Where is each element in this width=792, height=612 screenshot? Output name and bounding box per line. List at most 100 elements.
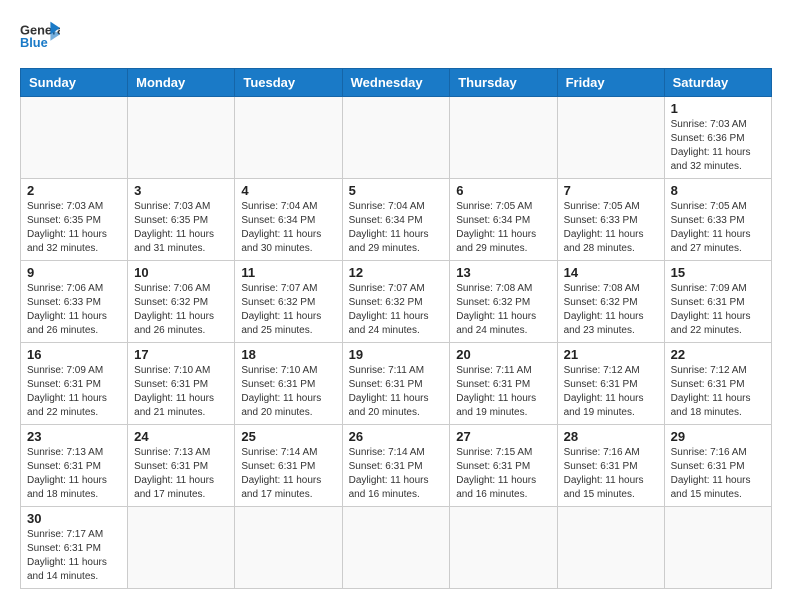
- day-number: 19: [349, 347, 444, 362]
- day-header-wednesday: Wednesday: [342, 69, 450, 97]
- calendar-cell: 9 Sunrise: 7:06 AMSunset: 6:33 PMDaylight…: [21, 261, 128, 343]
- day-info: Sunrise: 7:05 AMSunset: 6:33 PMDaylight:…: [671, 200, 765, 256]
- calendar-cell: 5 Sunrise: 7:04 AMSunset: 6:34 PMDaylight…: [342, 179, 450, 261]
- calendar-cell: [664, 507, 771, 589]
- day-number: 13: [456, 265, 550, 280]
- day-number: 23: [27, 429, 121, 444]
- day-number: 25: [241, 429, 335, 444]
- calendar-cell: 20 Sunrise: 7:11 AMSunset: 6:31 PMDayligh…: [450, 343, 557, 425]
- day-info: Sunrise: 7:09 AMSunset: 6:31 PMDaylight:…: [27, 364, 121, 420]
- day-info: Sunrise: 7:13 AMSunset: 6:31 PMDaylight:…: [27, 446, 121, 502]
- day-info: Sunrise: 7:12 AMSunset: 6:31 PMDaylight:…: [564, 364, 658, 420]
- calendar-cell: [450, 97, 557, 179]
- calendar-cell: [450, 507, 557, 589]
- day-number: 14: [564, 265, 658, 280]
- day-number: 5: [349, 183, 444, 198]
- day-number: 17: [134, 347, 228, 362]
- calendar-cell: 12Sunrise: 7:07 AMSunset: 6:32 PMDayligh…: [342, 261, 450, 343]
- day-info: Sunrise: 7:16 AMSunset: 6:31 PMDaylight:…: [671, 446, 765, 502]
- calendar-cell: 25 Sunrise: 7:14 AMSunset: 6:31 PMDayligh…: [235, 425, 342, 507]
- day-info: Sunrise: 7:10 AMSunset: 6:31 PMDaylight:…: [241, 364, 335, 420]
- calendar-week-row: 23 Sunrise: 7:13 AMSunset: 6:31 PMDayligh…: [21, 425, 772, 507]
- calendar-week-row: 9 Sunrise: 7:06 AMSunset: 6:33 PMDaylight…: [21, 261, 772, 343]
- day-info: Sunrise: 7:17 AMSunset: 6:31 PMDaylight:…: [27, 528, 121, 584]
- calendar-cell: [128, 507, 235, 589]
- day-number: 2: [27, 183, 121, 198]
- calendar-cell: 10Sunrise: 7:06 AMSunset: 6:32 PMDayligh…: [128, 261, 235, 343]
- day-header-sunday: Sunday: [21, 69, 128, 97]
- day-info: Sunrise: 7:06 AMSunset: 6:33 PMDaylight:…: [27, 282, 121, 338]
- calendar-cell: 24Sunrise: 7:13 AMSunset: 6:31 PMDayligh…: [128, 425, 235, 507]
- calendar-cell: 6Sunrise: 7:05 AMSunset: 6:34 PMDaylight…: [450, 179, 557, 261]
- day-info: Sunrise: 7:04 AMSunset: 6:34 PMDaylight:…: [241, 200, 335, 256]
- day-info: Sunrise: 7:03 AMSunset: 6:35 PMDaylight:…: [27, 200, 121, 256]
- day-info: Sunrise: 7:15 AMSunset: 6:31 PMDaylight:…: [456, 446, 550, 502]
- day-header-tuesday: Tuesday: [235, 69, 342, 97]
- day-header-friday: Friday: [557, 69, 664, 97]
- day-number: 11: [241, 265, 335, 280]
- day-number: 8: [671, 183, 765, 198]
- calendar-cell: 14 Sunrise: 7:08 AMSunset: 6:32 PMDayligh…: [557, 261, 664, 343]
- calendar-week-row: 1Sunrise: 7:03 AMSunset: 6:36 PMDaylight…: [21, 97, 772, 179]
- day-number: 10: [134, 265, 228, 280]
- day-header-saturday: Saturday: [664, 69, 771, 97]
- day-info: Sunrise: 7:10 AMSunset: 6:31 PMDaylight:…: [134, 364, 228, 420]
- calendar-cell: 30 Sunrise: 7:17 AMSunset: 6:31 PMDayligh…: [21, 507, 128, 589]
- calendar-cell: 23 Sunrise: 7:13 AMSunset: 6:31 PMDayligh…: [21, 425, 128, 507]
- day-number: 20: [456, 347, 550, 362]
- day-info: Sunrise: 7:16 AMSunset: 6:31 PMDaylight:…: [564, 446, 658, 502]
- day-number: 4: [241, 183, 335, 198]
- day-number: 21: [564, 347, 658, 362]
- calendar-cell: 26Sunrise: 7:14 AMSunset: 6:31 PMDayligh…: [342, 425, 450, 507]
- day-number: 28: [564, 429, 658, 444]
- calendar-cell: 11 Sunrise: 7:07 AMSunset: 6:32 PMDayligh…: [235, 261, 342, 343]
- day-info: Sunrise: 7:05 AMSunset: 6:34 PMDaylight:…: [456, 200, 550, 256]
- day-number: 3: [134, 183, 228, 198]
- day-info: Sunrise: 7:04 AMSunset: 6:34 PMDaylight:…: [349, 200, 444, 256]
- logo: General Blue: [20, 20, 60, 52]
- calendar-cell: 13 Sunrise: 7:08 AMSunset: 6:32 PMDayligh…: [450, 261, 557, 343]
- day-info: Sunrise: 7:11 AMSunset: 6:31 PMDaylight:…: [349, 364, 444, 420]
- calendar-cell: 18 Sunrise: 7:10 AMSunset: 6:31 PMDayligh…: [235, 343, 342, 425]
- logo-icon: General Blue: [20, 20, 60, 52]
- day-number: 15: [671, 265, 765, 280]
- calendar-cell: [557, 97, 664, 179]
- day-info: Sunrise: 7:14 AMSunset: 6:31 PMDaylight:…: [241, 446, 335, 502]
- calendar-cell: [235, 507, 342, 589]
- day-info: Sunrise: 7:08 AMSunset: 6:32 PMDaylight:…: [564, 282, 658, 338]
- calendar-cell: 17 Sunrise: 7:10 AMSunset: 6:31 PMDayligh…: [128, 343, 235, 425]
- day-number: 30: [27, 511, 121, 526]
- day-number: 26: [349, 429, 444, 444]
- calendar-cell: 21 Sunrise: 7:12 AMSunset: 6:31 PMDayligh…: [557, 343, 664, 425]
- calendar-cell: [342, 507, 450, 589]
- calendar-cell: 7 Sunrise: 7:05 AMSunset: 6:33 PMDaylight…: [557, 179, 664, 261]
- calendar-cell: 16Sunrise: 7:09 AMSunset: 6:31 PMDayligh…: [21, 343, 128, 425]
- day-number: 22: [671, 347, 765, 362]
- calendar-cell: 4 Sunrise: 7:04 AMSunset: 6:34 PMDaylight…: [235, 179, 342, 261]
- calendar-cell: [21, 97, 128, 179]
- calendar-table: SundayMondayTuesdayWednesdayThursdayFrid…: [20, 68, 772, 589]
- day-number: 18: [241, 347, 335, 362]
- calendar-cell: [235, 97, 342, 179]
- day-info: Sunrise: 7:07 AMSunset: 6:32 PMDaylight:…: [241, 282, 335, 338]
- day-number: 29: [671, 429, 765, 444]
- calendar-cell: 28 Sunrise: 7:16 AMSunset: 6:31 PMDayligh…: [557, 425, 664, 507]
- day-info: Sunrise: 7:08 AMSunset: 6:32 PMDaylight:…: [456, 282, 550, 338]
- day-header-thursday: Thursday: [450, 69, 557, 97]
- calendar-cell: 27Sunrise: 7:15 AMSunset: 6:31 PMDayligh…: [450, 425, 557, 507]
- calendar-cell: [128, 97, 235, 179]
- page-header: General Blue: [20, 20, 772, 52]
- calendar-cell: [342, 97, 450, 179]
- day-info: Sunrise: 7:13 AMSunset: 6:31 PMDaylight:…: [134, 446, 228, 502]
- day-info: Sunrise: 7:05 AMSunset: 6:33 PMDaylight:…: [564, 200, 658, 256]
- day-info: Sunrise: 7:11 AMSunset: 6:31 PMDaylight:…: [456, 364, 550, 420]
- day-info: Sunrise: 7:09 AMSunset: 6:31 PMDaylight:…: [671, 282, 765, 338]
- day-number: 9: [27, 265, 121, 280]
- day-number: 1: [671, 101, 765, 116]
- calendar-week-row: 2 Sunrise: 7:03 AMSunset: 6:35 PMDaylight…: [21, 179, 772, 261]
- calendar-cell: 3Sunrise: 7:03 AMSunset: 6:35 PMDaylight…: [128, 179, 235, 261]
- svg-text:Blue: Blue: [20, 35, 48, 50]
- day-number: 7: [564, 183, 658, 198]
- day-header-monday: Monday: [128, 69, 235, 97]
- day-number: 12: [349, 265, 444, 280]
